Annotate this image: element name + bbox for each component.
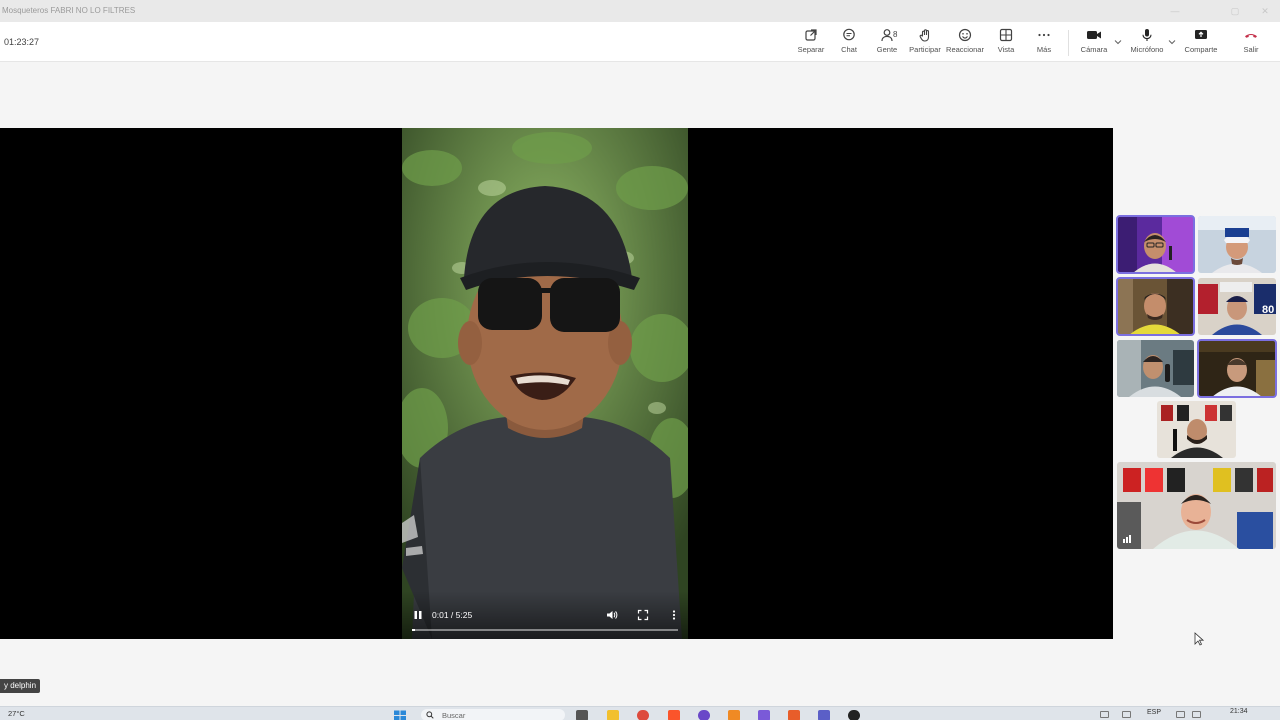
maximize-icon[interactable]: ▢ [1220,4,1250,18]
input-language[interactable]: ESP [1147,709,1161,716]
people-button[interactable]: 8 Gente [867,26,907,60]
app-icon[interactable] [818,710,830,720]
participant-tile[interactable]: 80 [1198,278,1276,335]
chat-button[interactable]: Chat [829,26,869,60]
raise-hand-icon [919,29,930,42]
microphone-label: Micrófono [1130,45,1164,54]
people-label: Gente [876,45,898,54]
video-progress-track[interactable] [412,629,678,631]
teams-icon[interactable] [758,710,770,720]
volume-icon[interactable] [606,609,618,621]
more-icon [1038,33,1050,37]
minimize-icon[interactable]: — [1160,4,1190,18]
app-icon[interactable] [728,710,740,720]
video-progress-fill [412,629,415,631]
app-icon[interactable] [788,710,800,720]
share-label: Comparte [1184,45,1218,54]
chat-icon [843,28,855,41]
camera-icon [1087,31,1101,39]
participant-video [1198,216,1276,273]
app-icon[interactable] [698,710,710,720]
chrome-icon[interactable] [637,710,649,720]
participant-video [1198,340,1276,397]
participant-tile[interactable] [1117,340,1194,397]
participant-tile[interactable] [1117,462,1276,549]
participant-video [1117,340,1194,397]
pop-out-label: Separar [797,45,825,54]
participant-video [1117,278,1194,335]
react-label: Reaccionar [946,45,984,54]
camera-options-chevron-icon[interactable] [1114,38,1122,46]
people-icon [881,29,893,42]
task-view-icon[interactable] [576,710,588,720]
video-controls-bar: 0:01 / 5:25 [402,591,688,639]
volume-tray-icon[interactable] [1192,711,1201,718]
svg-text:80: 80 [1262,304,1274,316]
teams-meeting-window: Mosqueteros FABRI NO LO FILTRES — ▢ ✕ 01… [0,0,1280,720]
participant-tile[interactable] [1198,216,1276,273]
os-taskbar: 27°C Buscar ESP 21:34 [0,706,1280,720]
file-explorer-icon[interactable] [607,710,619,720]
mic-options-chevron-icon[interactable] [1168,38,1176,46]
share-screen-icon [1195,30,1207,39]
grid-view-icon [999,28,1013,42]
window-titlebar: Mosqueteros FABRI NO LO FILTRES — ▢ ✕ [0,0,1280,22]
tray-icon[interactable] [1122,711,1131,718]
participant-tile[interactable] [1116,277,1195,336]
toolbar-divider [1068,30,1069,56]
pop-out-icon [805,29,817,41]
video-frame [402,128,688,639]
camera-label: Cámara [1080,45,1108,54]
raise-hand-button[interactable]: Participar [905,26,945,60]
view-button[interactable]: Vista [986,26,1026,60]
app-icon[interactable] [848,710,860,720]
brave-icon[interactable] [668,710,680,720]
meeting-timer: 01:23:27 [4,37,40,47]
taskbar-search-placeholder: Buscar [442,711,466,720]
close-window-icon[interactable]: ✕ [1250,4,1280,18]
search-icon [426,711,434,719]
participant-video [1157,401,1236,458]
video-more-options-icon[interactable] [670,609,678,621]
pop-out-button[interactable]: Separar [791,26,831,60]
raise-hand-label: Participar [909,45,941,54]
smiley-icon [958,28,972,42]
shared-video-player[interactable]: 0:01 / 5:25 [402,128,688,639]
chat-label: Chat [841,45,857,54]
weather-widget[interactable]: 27°C [8,709,25,718]
mouse-cursor-icon [1194,632,1204,646]
pause-icon[interactable] [412,609,424,621]
people-count: 8 [893,30,898,39]
video-time: 0:01 / 5:25 [432,610,473,620]
taskbar-search-box[interactable]: Buscar [421,709,565,720]
fullscreen-icon[interactable] [637,609,649,621]
view-label: Vista [997,45,1015,54]
more-label: Más [1036,45,1052,54]
participant-video: 80 [1198,278,1276,335]
participant-video [1117,216,1194,273]
participant-tile[interactable] [1116,215,1195,274]
presenter-name-tag: y delphin [0,679,41,693]
microphone-icon [1142,29,1152,41]
meeting-toolbar: 01:23:27 Separar Chat 8 Gente Participar… [0,22,1280,62]
window-title: Mosqueteros FABRI NO LO FILTRES [2,6,136,15]
react-button[interactable]: Reaccionar [945,26,985,60]
participant-tile[interactable] [1157,401,1236,458]
system-clock[interactable]: 21:34 [1230,708,1248,715]
participant-tile[interactable] [1197,339,1277,398]
more-button[interactable]: Más [1024,26,1064,60]
tray-icon[interactable] [1100,711,1109,718]
microphone-button[interactable]: Micrófono [1127,26,1167,60]
participant-video [1117,462,1276,549]
camera-button[interactable]: Cámara [1074,26,1114,60]
audio-level-icon [1123,535,1131,543]
share-button[interactable]: Comparte [1181,26,1221,60]
windows-start-icon[interactable] [393,710,407,720]
network-icon[interactable] [1176,711,1185,718]
leave-button[interactable]: Salir [1231,26,1271,60]
leave-label: Salir [1243,45,1259,54]
hang-up-icon [1245,33,1257,38]
